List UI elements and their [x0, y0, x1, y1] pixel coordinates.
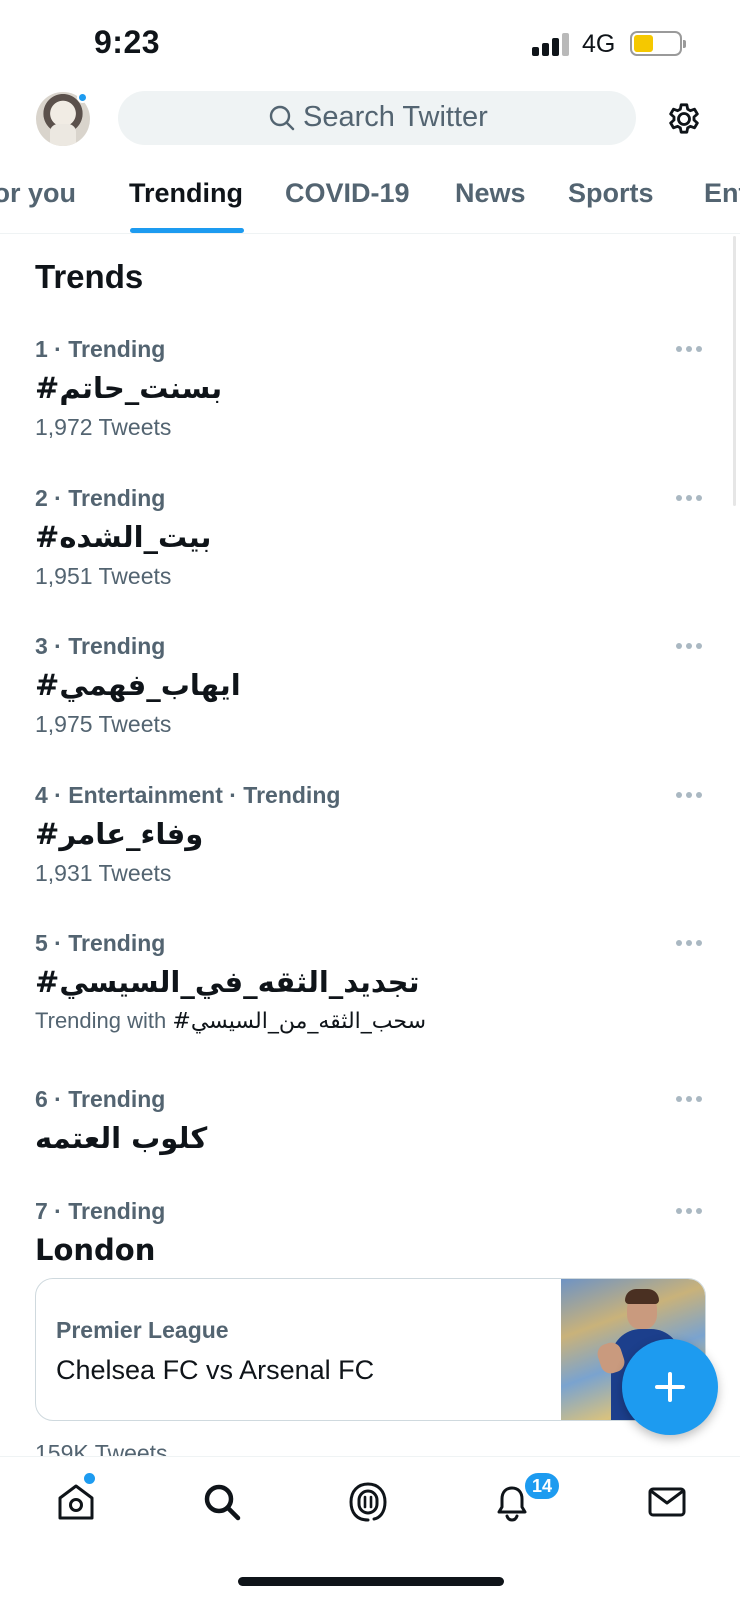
- trend-meta: 7 · Trending: [35, 1198, 166, 1224]
- compose-tweet-button[interactable]: [622, 1339, 718, 1435]
- tab-news[interactable]: News: [455, 178, 526, 209]
- trend-meta: 5 · Trending: [35, 930, 166, 956]
- more-options-icon[interactable]: [676, 643, 702, 649]
- event-card[interactable]: Premier League Chelsea FC vs Arsenal FC: [35, 1278, 706, 1421]
- trend-meta: 1 · Trending: [35, 336, 166, 362]
- notification-count-badge: 14: [523, 1471, 561, 1501]
- avatar-notification-dot: [77, 92, 88, 103]
- trend-name[interactable]: #بسنت_حاتم: [35, 371, 222, 405]
- tab-trending[interactable]: Trending: [129, 178, 243, 209]
- trend-name[interactable]: #تجديد_الثقه_في_السيسي: [35, 965, 419, 999]
- tab-sports[interactable]: Sports: [568, 178, 654, 209]
- trend-tweet-count: 1,972 Tweets: [35, 414, 172, 440]
- trend-name[interactable]: كلوب العتمه: [35, 1121, 207, 1155]
- active-tab-indicator: [130, 228, 244, 233]
- messages-icon[interactable]: [645, 1480, 689, 1524]
- section-title: Trends: [35, 258, 144, 295]
- search-placeholder[interactable]: Search Twitter: [303, 101, 488, 134]
- trending-with: Trending with #سحب_الثقه_من_السيسي: [35, 1008, 426, 1034]
- trend-meta: 6 · Trending: [35, 1086, 166, 1112]
- more-options-icon[interactable]: [676, 1096, 702, 1102]
- trend-tweet-count: 159K Tweets: [35, 1440, 168, 1457]
- network-type: 4G: [582, 30, 616, 58]
- tab-covid-19[interactable]: COVID-19: [285, 178, 410, 209]
- trend-name[interactable]: #وفاء_عامر: [35, 817, 203, 851]
- trend-meta: 2 · Trending: [35, 485, 166, 511]
- more-options-icon[interactable]: [676, 346, 702, 352]
- event-title: Chelsea FC vs Arsenal FC: [56, 1355, 375, 1385]
- trend-tweet-count: 1,975 Tweets: [35, 711, 172, 737]
- trend-name[interactable]: #ايهاب_فهمي: [35, 668, 241, 702]
- home-indicator[interactable]: [238, 1577, 504, 1586]
- more-options-icon[interactable]: [676, 792, 702, 798]
- search-icon: [269, 105, 295, 131]
- trending-with-hashtag[interactable]: #سحب_الثقه_من_السيسي: [172, 1009, 426, 1034]
- scrollbar[interactable]: [733, 236, 736, 506]
- status-bar: 9:23 4G: [0, 0, 740, 88]
- home-notification-dot: [84, 1473, 95, 1484]
- battery-tip: [683, 40, 686, 48]
- status-time: 9:23: [94, 24, 161, 60]
- tab-for-you[interactable]: For you: [0, 178, 76, 209]
- battery-icon: [630, 31, 682, 56]
- more-options-icon[interactable]: [676, 940, 702, 946]
- trend-name[interactable]: London: [35, 1233, 155, 1267]
- trend-tweet-count: 1,951 Tweets: [35, 563, 172, 589]
- gear-icon[interactable]: [664, 99, 704, 139]
- event-league: Premier League: [56, 1317, 229, 1343]
- trend-tweet-count: 1,931 Tweets: [35, 860, 172, 886]
- trend-meta: 3 · Trending: [35, 633, 166, 659]
- more-options-icon[interactable]: [676, 495, 702, 501]
- more-options-icon[interactable]: [676, 1208, 702, 1214]
- home-icon[interactable]: [54, 1480, 98, 1524]
- tab-entertainment[interactable]: Entertainment: [704, 178, 740, 209]
- trend-name[interactable]: #بيت_الشده: [35, 520, 211, 554]
- signal-icon: [532, 32, 572, 56]
- trending-with-label: Trending with: [35, 1008, 167, 1033]
- spaces-icon[interactable]: [346, 1480, 390, 1524]
- explore-tabs: For you Trending COVID-19 News Sports En…: [0, 160, 740, 234]
- search-icon[interactable]: [200, 1480, 244, 1524]
- trend-meta: 4 · Entertainment · Trending: [35, 782, 341, 808]
